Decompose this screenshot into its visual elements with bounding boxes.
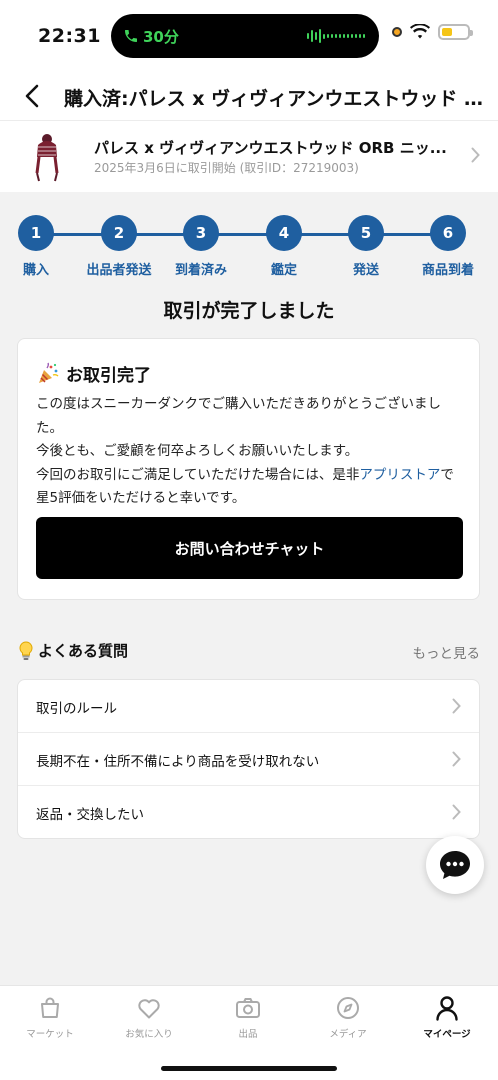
contact-chat-button[interactable]: お問い合わせチャット [36, 517, 463, 579]
completion-heading: 取引が完了しました [163, 300, 335, 322]
message-line: この度はスニーカーダンクでご購入いただきありがとうございました。 [36, 396, 441, 436]
back-button[interactable] [18, 82, 46, 110]
tab-label: 出品 [238, 1029, 258, 1040]
page-title: 購入済:パレス x ヴィヴィアンウエストウッド O... [64, 88, 494, 110]
step-1: 1 購入 [0, 215, 76, 278]
faq-item-label: 返品・交換したい [36, 807, 144, 823]
faq-title-text: よくある質問 [38, 642, 129, 660]
step-3: 3 到着済み [161, 215, 241, 278]
step-2: 2 出品者発送 [79, 215, 159, 278]
chevron-right-icon [452, 751, 461, 767]
product-name: パレス x ヴィヴィアンウエストウッド ORB ニッ... [94, 139, 447, 157]
faq-more-link[interactable]: もっと見る [413, 642, 481, 662]
compass-icon [334, 994, 362, 1022]
tab-label: メディア [329, 1029, 367, 1040]
message-text: 今回のお取引にご満足していただけた場合には、是非 [36, 466, 360, 483]
product-subtitle: 2025年3月6日に取引開始 (取引ID：27219003) [94, 161, 359, 175]
bag-icon [36, 994, 64, 1022]
faq-item-label: 取引のルール [36, 701, 117, 717]
chat-fab-button[interactable] [426, 836, 484, 894]
call-indicator[interactable]: 30分 [123, 24, 179, 48]
completion-card-header: お取引完了 [36, 361, 151, 386]
tab-mypage[interactable]: マイページ [397, 994, 497, 1040]
status-bar: 22:31 30分 [0, 0, 498, 72]
step-5: 5 発送 [326, 215, 406, 278]
status-icons [392, 24, 473, 40]
step-label: 到着済み [174, 263, 227, 278]
completion-card-title: お取引完了 [66, 366, 151, 386]
party-popper-icon [39, 362, 59, 383]
chevron-right-icon [452, 698, 461, 714]
faq-header: よくある質問 もっと見る [18, 640, 480, 666]
home-indicator[interactable] [161, 1066, 337, 1071]
tab-media[interactable]: メディア [298, 994, 398, 1040]
faq-item[interactable]: 取引のルール [18, 680, 479, 733]
faq-item-label: 長期不在・住所不備により商品を受け取れない [36, 754, 320, 770]
faq-title: よくある質問 [18, 640, 128, 661]
faq-item[interactable]: 長期不在・住所不備により商品を受け取れない [18, 733, 479, 786]
heart-icon [135, 994, 163, 1022]
step-label: 商品到着 [421, 263, 474, 278]
chevron-right-icon [452, 804, 461, 820]
progress-stepper: 1 購入 2 出品者発送 3 到着済み 4 鑑定 5 発送 6 商品到着 [0, 215, 498, 280]
wifi-icon [410, 24, 430, 39]
bottom-tab-bar: マーケット お気に入り 出品 メディア マイページ [0, 985, 498, 1080]
status-time: 22:31 [38, 25, 101, 47]
tab-label: お気に入り [125, 1029, 173, 1040]
message-line: 今回のお取引にご満足していただけた場合には、是非アプリストアで星5評価をいただけ… [36, 464, 466, 511]
faq-list: 取引のルール 長期不在・住所不備により商品を受け取れない 返品・交換したい [17, 679, 480, 839]
step-4: 4 鑑定 [244, 215, 324, 278]
faq-item[interactable]: 返品・交換したい [18, 786, 479, 839]
step-number: 2 [101, 215, 137, 251]
completion-card: お取引完了 この度はスニーカーダンクでご購入いただきありがとうございました。 今… [17, 338, 480, 600]
step-number: 6 [430, 215, 466, 251]
chevron-left-icon [25, 84, 39, 108]
step-number: 3 [183, 215, 219, 251]
tab-label: マイページ [423, 1029, 471, 1040]
chevron-right-icon [471, 147, 480, 163]
step-6: 6 商品到着 [408, 215, 488, 278]
mic-indicator-icon [392, 27, 402, 37]
person-icon [433, 994, 461, 1022]
product-row[interactable]: パレス x ヴィヴィアンウエストウッド ORB ニッ... 2025年3月6日に… [0, 120, 498, 192]
step-number: 5 [348, 215, 384, 251]
completion-message: この度はスニーカーダンクでご購入いただきありがとうございました。 今後とも、ご愛… [36, 393, 466, 511]
step-number: 4 [266, 215, 302, 251]
audio-wave-icon [307, 29, 365, 43]
battery-icon [438, 24, 473, 40]
nav-bar: 購入済:パレス x ヴィヴィアンウエストウッド O... [0, 72, 498, 120]
tab-label: マーケット [26, 1029, 74, 1040]
step-label: 購入 [22, 263, 49, 278]
lightbulb-icon [19, 640, 33, 660]
step-label: 鑑定 [270, 263, 297, 278]
step-label: 発送 [352, 263, 379, 278]
step-number: 1 [18, 215, 54, 251]
app-store-link[interactable]: アプリストア [359, 467, 440, 483]
chat-bubble-icon [440, 851, 470, 879]
camera-icon [234, 994, 262, 1022]
product-thumbnail [35, 134, 59, 182]
step-label: 出品者発送 [86, 263, 152, 278]
call-duration: 30分 [143, 27, 179, 46]
tab-market[interactable]: マーケット [0, 994, 100, 1040]
tab-sell[interactable]: 出品 [198, 994, 298, 1040]
tab-favorites[interactable]: お気に入り [99, 994, 199, 1040]
phone-icon [125, 30, 137, 42]
message-line: 今後とも、ご愛顧を何卒よろしくお願いいたします。 [36, 443, 359, 459]
dynamic-island[interactable]: 30分 [111, 14, 379, 58]
